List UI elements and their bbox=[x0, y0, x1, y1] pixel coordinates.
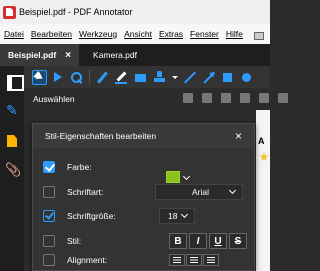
color-label: Farbe: bbox=[67, 162, 92, 172]
lock-option-icon[interactable] bbox=[221, 93, 231, 103]
align-right-button[interactable] bbox=[203, 254, 219, 266]
title-bar: Beispiel.pdf - PDF Annotator bbox=[0, 0, 270, 24]
style-checkbox[interactable] bbox=[43, 235, 55, 247]
font-label: Schriftart: bbox=[67, 187, 104, 197]
color-row: Farbe: bbox=[43, 158, 92, 176]
font-row: Schriftart: bbox=[43, 183, 103, 201]
align-left-button[interactable] bbox=[169, 254, 185, 266]
style-properties-dialog: Stil-Eigenschaften bearbeiten × Farbe: S… bbox=[32, 123, 255, 271]
tab-label: Kamera.pdf bbox=[93, 50, 137, 60]
tab-beispiel[interactable]: Beispiel.pdf × bbox=[0, 44, 80, 66]
chevron-down-icon[interactable] bbox=[182, 172, 191, 181]
tool-toolbar bbox=[24, 66, 270, 88]
highlighter-tool-icon[interactable] bbox=[96, 71, 109, 84]
present-tool-icon[interactable] bbox=[51, 71, 64, 84]
arrow-tool-icon[interactable] bbox=[202, 71, 215, 84]
tool-options-bar: Auswählen bbox=[24, 88, 288, 110]
alignment-row: Alignment: bbox=[43, 251, 107, 269]
menu-fenster[interactable]: Fenster bbox=[190, 29, 219, 39]
strikethrough-button[interactable]: S bbox=[229, 233, 247, 249]
rectangle-tool-icon[interactable] bbox=[134, 71, 147, 84]
tab-label: Beispiel.pdf bbox=[8, 50, 57, 60]
menu-datei[interactable]: Datei bbox=[4, 29, 24, 39]
alignment-label: Alignment: bbox=[67, 255, 108, 265]
menu-werkzeug[interactable]: Werkzeug bbox=[79, 29, 117, 39]
font-checkbox[interactable] bbox=[43, 186, 55, 198]
fill-option-icon[interactable] bbox=[202, 93, 212, 103]
zoom-tool-icon[interactable] bbox=[70, 71, 83, 84]
left-sidebar bbox=[0, 66, 24, 271]
underline-button[interactable]: U bbox=[209, 233, 227, 249]
font-select[interactable]: Arial bbox=[155, 184, 243, 200]
alignment-checkbox[interactable] bbox=[43, 254, 55, 266]
stamp-tool-icon[interactable] bbox=[153, 70, 166, 84]
current-tool-label: Auswählen bbox=[33, 94, 75, 104]
attachment-icon[interactable] bbox=[5, 164, 19, 178]
pen-icon[interactable] bbox=[5, 102, 19, 119]
document-icon[interactable] bbox=[5, 134, 19, 148]
font-value: Arial bbox=[192, 187, 210, 197]
color-checkbox[interactable] bbox=[43, 161, 55, 173]
align-center-button[interactable] bbox=[186, 254, 202, 266]
page-text-fragment: A bbox=[258, 136, 265, 146]
save-option-icon[interactable] bbox=[240, 93, 250, 103]
menu-extra-icon[interactable] bbox=[252, 28, 264, 40]
menu-extras[interactable]: Extras bbox=[159, 29, 183, 39]
menu-bar: Datei Bearbeiten Werkzeug Ansicht Extras… bbox=[0, 24, 270, 44]
line-tool-icon[interactable] bbox=[183, 71, 196, 84]
size-checkbox[interactable] bbox=[43, 210, 55, 222]
tab-kamera[interactable]: Kamera.pdf bbox=[79, 44, 145, 66]
circle-tool-icon[interactable] bbox=[240, 71, 253, 84]
menu-ansicht[interactable]: Ansicht bbox=[124, 29, 152, 39]
pencil-tool-icon[interactable] bbox=[115, 71, 128, 84]
stamp-option-icon[interactable] bbox=[183, 93, 193, 103]
window-title: Beispiel.pdf - PDF Annotator bbox=[19, 7, 133, 17]
document-tab-bar: Beispiel.pdf × Kamera.pdf bbox=[0, 44, 270, 66]
size-value: 18 bbox=[168, 211, 178, 221]
style-label: Stil: bbox=[67, 236, 82, 246]
menu-hilfe[interactable]: Hilfe bbox=[226, 29, 243, 39]
size-row: Schriftgröße: bbox=[43, 207, 116, 225]
close-icon[interactable]: × bbox=[235, 130, 242, 142]
pdf-app-icon bbox=[3, 5, 16, 19]
tool-option-icons bbox=[183, 93, 297, 103]
toolbar-divider bbox=[89, 70, 90, 84]
align-left-option-icon[interactable] bbox=[259, 93, 269, 103]
dialog-header: Stil-Eigenschaften bearbeiten × bbox=[33, 124, 254, 148]
size-select[interactable]: 18 bbox=[159, 208, 195, 224]
color-swatch[interactable] bbox=[166, 171, 180, 183]
square-tool-icon[interactable] bbox=[221, 71, 234, 84]
document-page[interactable] bbox=[256, 110, 270, 271]
dialog-title: Stil-Eigenschaften bearbeiten bbox=[45, 131, 157, 141]
italic-button[interactable]: I bbox=[189, 233, 207, 249]
chevron-down-icon bbox=[180, 210, 189, 219]
chevron-down-icon[interactable] bbox=[172, 71, 178, 84]
panel-toggle-icon[interactable] bbox=[5, 74, 24, 91]
menu-bearbeiten[interactable]: Bearbeiten bbox=[31, 29, 72, 39]
pointer-tool-icon[interactable] bbox=[32, 71, 45, 84]
style-row: Stil: bbox=[43, 232, 81, 250]
tab-close-icon[interactable]: × bbox=[65, 50, 71, 61]
bold-button[interactable]: B bbox=[169, 233, 187, 249]
size-label: Schriftgröße: bbox=[67, 211, 116, 221]
chevron-down-icon bbox=[228, 186, 237, 195]
align-right-option-icon[interactable] bbox=[278, 93, 288, 103]
